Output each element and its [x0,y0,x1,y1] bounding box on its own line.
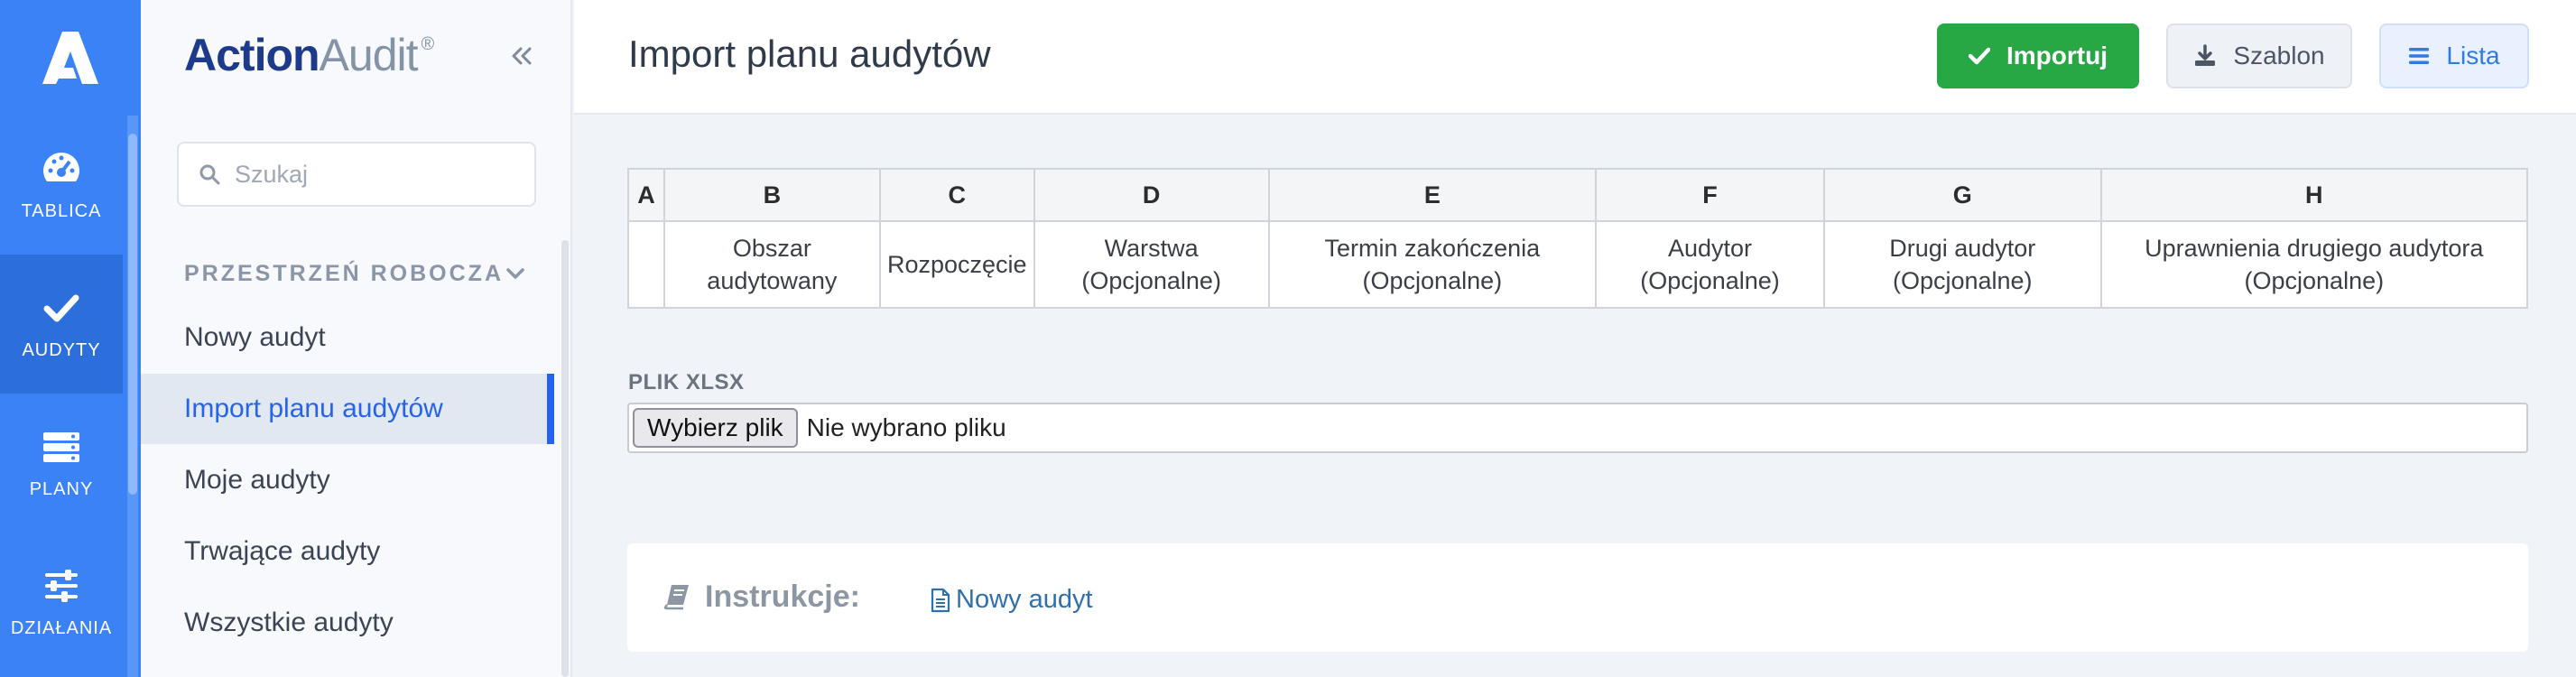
workspace-sidebar: ActionAudit® PRZESTRZEŃ ROBOCZA Nowy aud… [141,0,572,677]
column-header: F [1595,168,1825,222]
instructions-label: Instrukcje: [705,580,860,614]
rail-item-dashboard[interactable]: TABLICA [0,116,123,255]
search-box [177,142,536,207]
file-input[interactable]: Wybierz plik Nie wybrano pliku [627,403,2528,453]
page-title: Import planu audytów [628,32,991,75]
import-button-label: Importuj [2006,42,2108,70]
instruction-link-label: Nowy audyt [956,585,1093,614]
check-icon [42,288,81,328]
rail-scrollbar[interactable] [127,116,138,677]
nav-item-import-plan[interactable]: Import planu audytów [141,374,554,444]
dashboard-icon [42,149,81,189]
nav-item-new-audit[interactable]: Nowy audyt [141,302,554,373]
brand-registered-mark: ® [421,34,435,54]
table-cell: Rozpoczęcie [878,220,1035,309]
action-audit-logo-icon [42,32,98,84]
sidebar-scrollbar-thumb[interactable] [561,240,569,677]
rail-item-label: AUDYTY [22,339,101,360]
rail-item-label: TABLICA [21,200,102,221]
rail-item-label: PLANY [29,478,94,499]
table-cell: Warstwa (Opcjonalne) [1033,220,1270,309]
instruction-link[interactable]: Nowy audyt [931,585,1093,615]
rail-item-label: DZIAŁANIA [10,617,113,638]
brand-secondary: Audit [319,30,419,80]
table-cell: Termin zakończenia (Opcjonalne) [1267,220,1598,309]
file-status: Nie wybrano pliku [806,413,1006,441]
table-cell: Obszar audytowany [663,220,881,309]
nav-item-my-audits[interactable]: Moje audyty [141,445,554,515]
nav-item-label: Nowy audyt [184,322,326,352]
table-cell: Audytor (Opcjonalne) [1595,220,1825,309]
rail-item-actions[interactable]: DZIAŁANIA [0,533,123,672]
sidebar-scrollbar[interactable] [560,224,570,677]
workspace-section-toggle[interactable]: PRZESTRZEŃ ROBOCZA [184,258,525,289]
double-chevron-left-icon [512,47,532,65]
table-row: Obszar audytowany Rozpoczęcie Warstwa (Opc… [627,220,2529,309]
nav-item-label: Import planu audytów [184,394,443,423]
table-cell: Drugi audytor (Opcjonalne) [1822,220,2102,309]
brand-primary: Action [184,30,320,80]
column-header: B [663,168,881,222]
column-header: H [2099,168,2529,222]
rail-scrollbar-thumb[interactable] [128,134,137,495]
column-header: E [1267,168,1598,222]
list-button[interactable]: Lista [2379,23,2529,88]
check-icon [1969,47,1990,65]
brand-logo: Action Audit ® [184,29,435,81]
chevron-down-icon [506,268,524,279]
search-icon [199,164,220,185]
template-button-label: Szablon [2233,42,2325,70]
collapse-sidebar-button[interactable] [505,40,538,72]
main-rail: TABLICA AUDYTY PLANY DZIAŁANIA [0,0,141,677]
nav-item-label: Moje audyty [184,465,330,495]
rail-item-plans[interactable]: PLANY [0,394,123,533]
document-icon [931,588,950,612]
nav-item-label: Wszystkie audyty [184,607,394,637]
instructions-card: Instrukcje: Nowy audyt [627,543,2528,652]
book-icon [663,583,690,615]
nav-item-label: Trwające audyty [184,536,381,566]
column-header: C [878,168,1035,222]
nav-item-all-audits[interactable]: Wszystkie audyty [141,588,554,658]
list-button-label: Lista [2446,42,2500,70]
template-button[interactable]: Szablon [2166,23,2352,88]
table-cell: Uprawnienia drugiego audytora (Opcjonalne… [2099,220,2529,309]
column-header: A [627,168,665,222]
column-header: G [1822,168,2102,222]
column-header: D [1033,168,1270,222]
list-icon [2408,47,2430,65]
import-button[interactable]: Importuj [1937,23,2139,88]
plans-icon [42,427,81,467]
table-header-row: A B C D E F G H [627,168,2529,222]
sliders-icon [42,566,81,606]
choose-file-button[interactable]: Wybierz plik [633,408,798,448]
download-icon [2193,44,2217,68]
section-title: PRZESTRZEŃ ROBOCZA [184,260,504,286]
import-columns-table: A B C D E F G H Obszar audytowany Rozpocz… [627,168,2529,309]
search-input[interactable] [235,160,524,189]
app-logo[interactable] [0,0,141,116]
page-header: Import planu audytów Importuj Szablon Li… [574,0,2576,115]
nav-item-ongoing-audits[interactable]: Trwające audyty [141,516,554,587]
file-field-label: PLIK XLSX [628,370,745,394]
rail-item-audits[interactable]: AUDYTY [0,255,123,394]
table-cell [627,220,665,309]
